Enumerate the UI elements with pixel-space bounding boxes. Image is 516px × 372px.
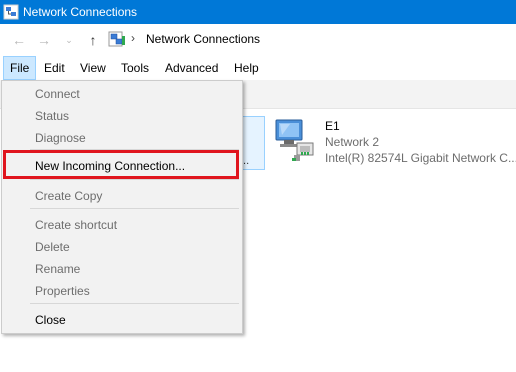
menu-view[interactable]: View (74, 56, 112, 80)
menu-item-delete[interactable]: Delete (35, 238, 70, 256)
title-bar: Network Connections (0, 0, 516, 24)
menu-item-create-copy[interactable]: Create Copy (35, 187, 102, 205)
menu-item-create-shortcut[interactable]: Create shortcut (35, 216, 117, 234)
menu-item-close[interactable]: Close (35, 311, 66, 329)
menu-bar: File Edit View Tools Advanced Help (0, 56, 516, 80)
menu-file[interactable]: File (3, 56, 37, 80)
adapter-name: E1 (325, 119, 340, 133)
menu-help[interactable]: Help (228, 56, 265, 80)
adapter-network: Network 2 (325, 135, 380, 149)
ethernet-adapter-icon (275, 119, 314, 161)
menu-separator (30, 208, 239, 209)
up-arrow-icon[interactable]: ↑ (84, 32, 102, 48)
menu-edit[interactable]: Edit (38, 56, 71, 80)
highlight-annotation (3, 150, 239, 179)
menu-item-properties[interactable]: Properties (35, 282, 90, 300)
menu-item-diagnose[interactable]: Diagnose (35, 129, 86, 147)
menu-separator (30, 179, 239, 180)
menu-advanced[interactable]: Advanced (159, 56, 224, 80)
network-connections-icon (3, 4, 19, 20)
menu-item-rename[interactable]: Rename (35, 260, 80, 278)
menu-item-connect[interactable]: Connect (35, 85, 80, 103)
breadcrumb-separator: › (131, 31, 135, 45)
forward-arrow-icon[interactable]: → (35, 32, 53, 48)
address-bar-location[interactable]: Network Connections (146, 32, 260, 46)
window-title: Network Connections (23, 5, 138, 19)
navigation-bar: ← → ⌄ ↑ › Network Connections (0, 24, 516, 56)
back-arrow-icon[interactable]: ← (10, 32, 28, 48)
menu-item-status[interactable]: Status (35, 107, 69, 125)
file-menu-dropdown: Connect Status Diagnose New Incoming Con… (1, 80, 243, 334)
menu-tools[interactable]: Tools (115, 56, 155, 80)
menu-separator (30, 303, 239, 304)
adapter-device: Intel(R) 82574L Gigabit Network C... (325, 151, 516, 165)
network-folder-icon (108, 31, 125, 47)
chevron-down-icon[interactable]: ⌄ (60, 32, 78, 48)
